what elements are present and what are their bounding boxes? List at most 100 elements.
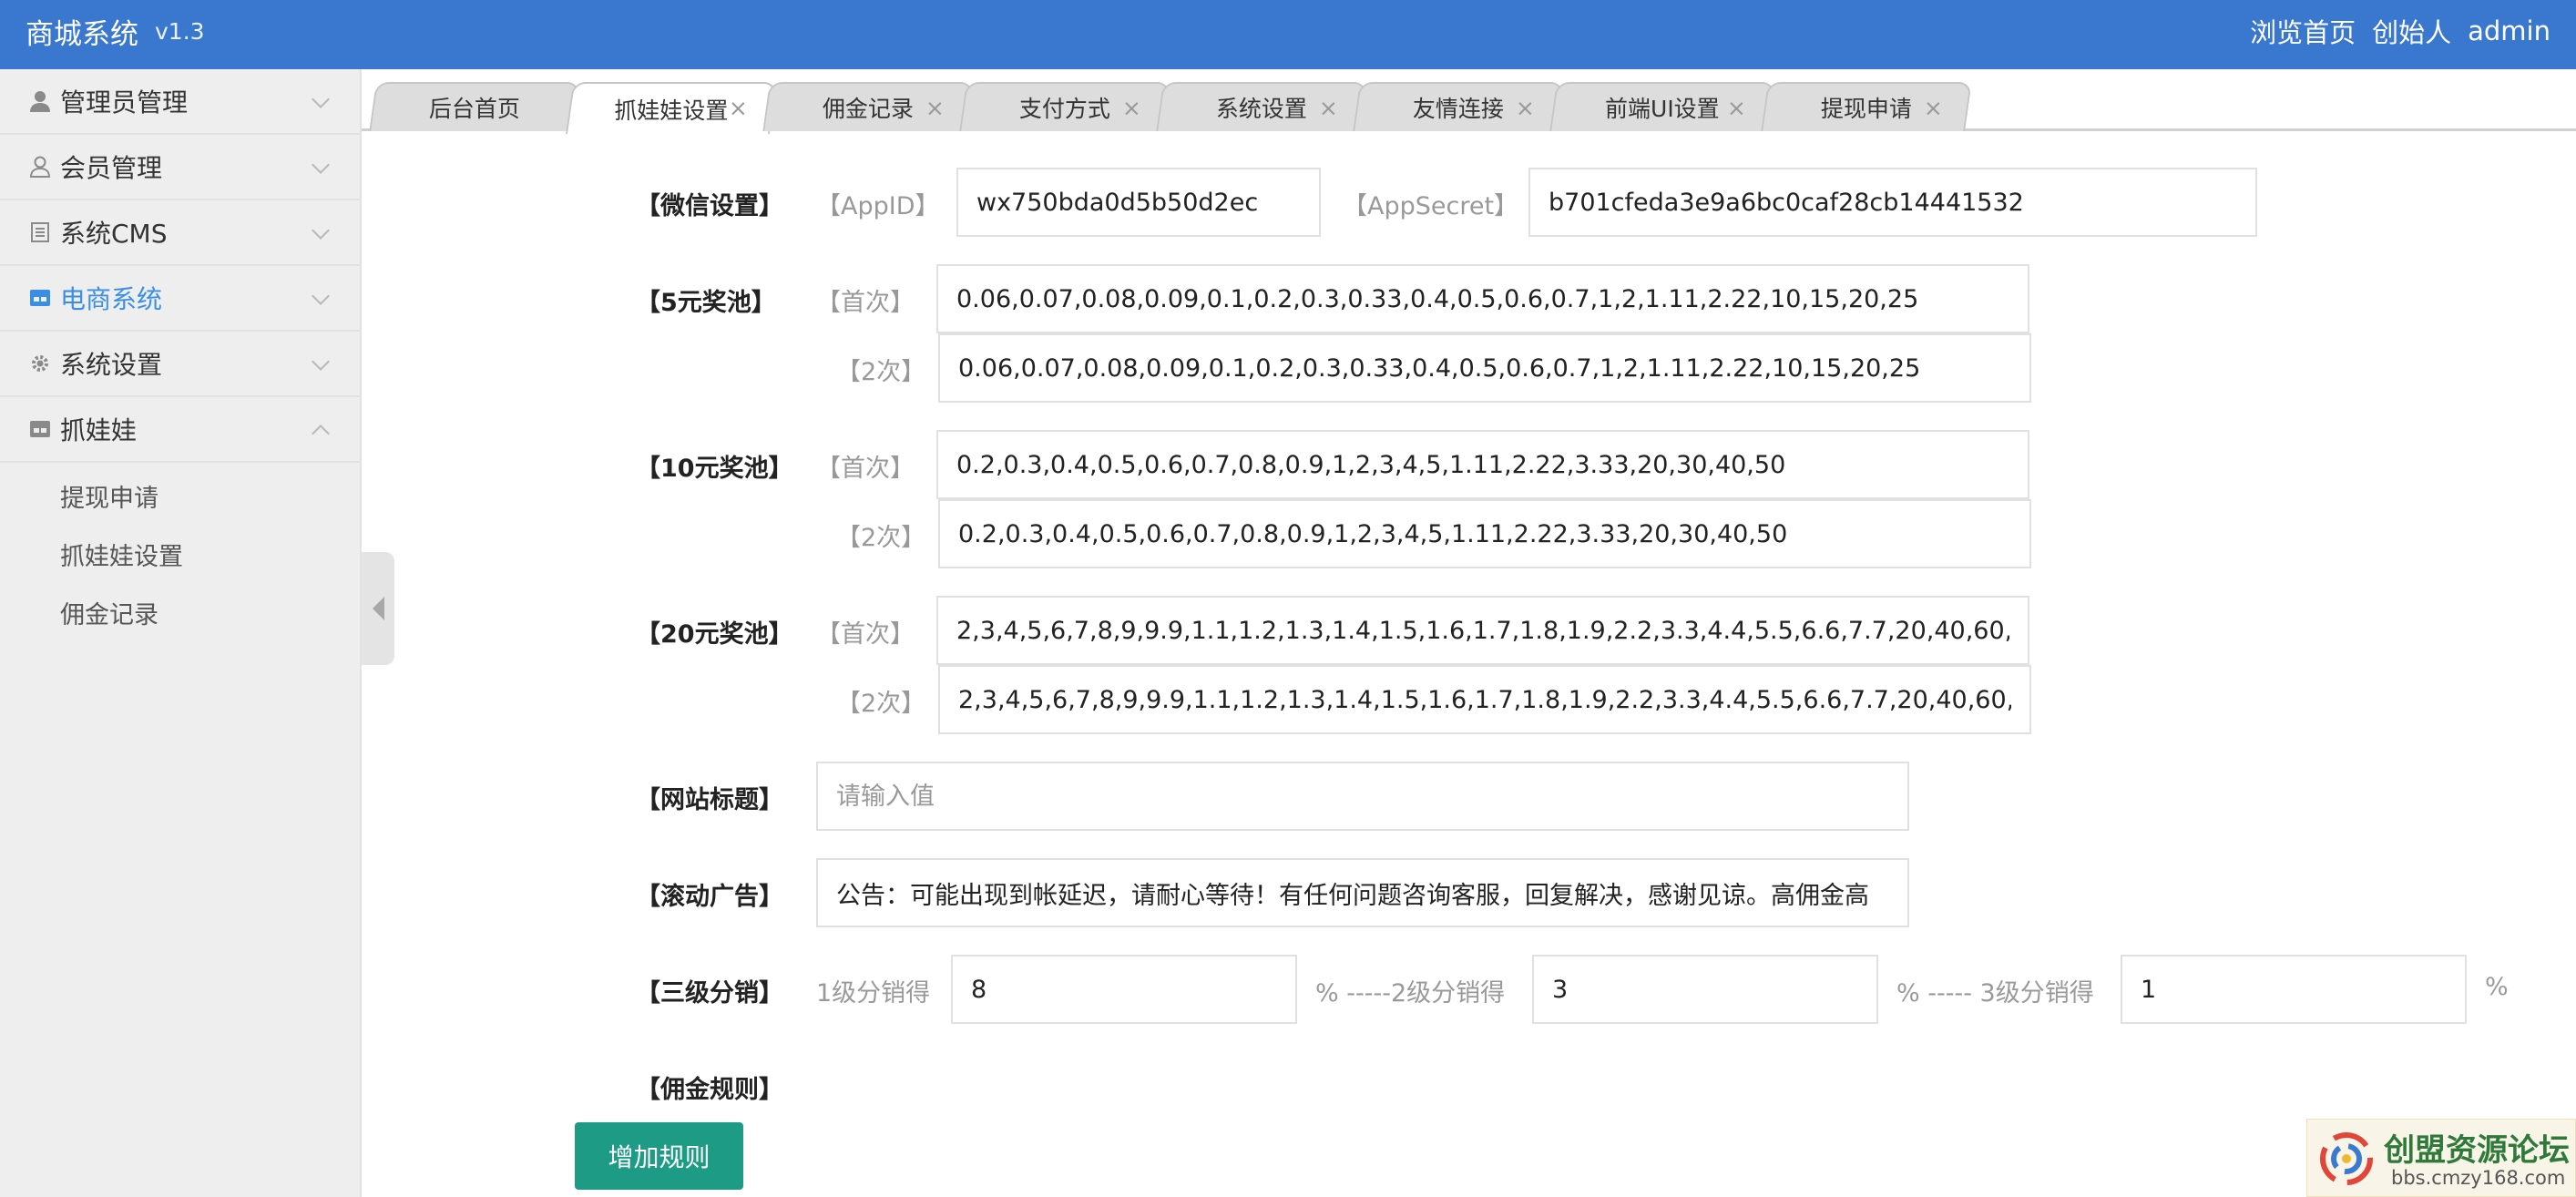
tab-claw-settings[interactable]: 抓娃娃设置 ×	[565, 82, 778, 134]
watermark-title: 创盟资源论坛	[2384, 1132, 2570, 1169]
tab-commission-records[interactable]: 佣金记录 ×	[762, 82, 974, 131]
app-title: 商城系统	[26, 17, 138, 51]
sidebar-subitem-commission-records[interactable]: 佣金记录	[0, 587, 360, 645]
sidebar-item-claw-machine[interactable]: 抓娃娃	[0, 397, 360, 463]
second-draw-label: 【2次】	[836, 690, 926, 718]
chevron-left-icon	[372, 597, 384, 620]
sidebar-collapse-handle[interactable]	[362, 552, 394, 665]
close-icon[interactable]: ×	[729, 95, 748, 121]
admin-user-menu[interactable]: admin	[2468, 15, 2550, 46]
sidebar-item-label: 系统CMS	[60, 219, 168, 249]
tab-label: 佣金记录	[822, 96, 914, 122]
appsecret-input[interactable]	[1528, 168, 2257, 237]
level-2-label: % -----2级分销得	[1315, 979, 1506, 1008]
level-3-input[interactable]	[2121, 955, 2467, 1024]
sidebar-item-label: 管理员管理	[60, 87, 189, 118]
document-icon	[27, 220, 53, 245]
tab-payment-methods[interactable]: 支付方式 ×	[959, 82, 1170, 131]
watermark-url: bbs.cmzy168.com	[2391, 1167, 2566, 1189]
first-draw-label: 【首次】	[816, 620, 915, 649]
commission-rules-label: 【佣金规则】	[636, 1076, 783, 1104]
sidebar-item-members[interactable]: 会员管理	[0, 135, 360, 200]
pool-5-first-input[interactable]	[936, 264, 2029, 333]
tab-label: 系统设置	[1215, 96, 1307, 122]
close-icon[interactable]: ×	[1516, 95, 1535, 121]
sidebar: 管理员管理 会员管理 系统CMS 电商系统 系统设置 抓娃娃 提现申请 抓娃娃设…	[0, 69, 362, 1197]
pool-20-second-input[interactable]	[938, 665, 2031, 734]
tab-label: 提现申请	[1820, 96, 1912, 122]
close-icon[interactable]: ×	[1924, 95, 1943, 121]
tab-label: 支付方式	[1018, 96, 1110, 122]
user-icon	[27, 88, 53, 114]
claw-machine-submenu: 提现申请 抓娃娃设置 佣金记录	[0, 463, 360, 645]
top-bar: 商城系统 v1.3 浏览首页 创始人 admin	[0, 0, 2576, 69]
first-draw-label: 【首次】	[816, 455, 915, 483]
appid-input[interactable]	[956, 168, 1321, 237]
chevron-up-icon	[312, 425, 330, 443]
founder-link[interactable]: 创始人	[2372, 12, 2451, 50]
tab-frontend-ui[interactable]: 前端UI设置 ×	[1549, 82, 1775, 131]
close-icon[interactable]: ×	[1319, 95, 1338, 121]
appsecret-label: 【AppSecret】	[1343, 192, 1519, 220]
tab-label: 友情连接	[1412, 96, 1504, 122]
site-title-label: 【网站标题】	[636, 786, 783, 814]
tab-bar: 后台首页 抓娃娃设置 × 佣金记录 × 支付方式 × 系统设置 × 友情连接 × 前端UI…	[362, 69, 2576, 134]
sidebar-item-admin[interactable]: 管理员管理	[0, 69, 360, 135]
pool-20-first-input[interactable]	[936, 596, 2029, 665]
tab-system-settings[interactable]: 系统设置 ×	[1156, 82, 1367, 131]
forum-logo-icon	[2320, 1132, 2373, 1185]
sidebar-subitem-withdrawals[interactable]: 提现申请	[0, 470, 360, 528]
first-draw-label: 【首次】	[816, 289, 915, 317]
tab-label: 抓娃娃设置	[614, 97, 729, 124]
second-draw-label: 【2次】	[836, 358, 926, 386]
chevron-down-icon	[312, 90, 330, 108]
pool-20-label: 【20元奖池】	[636, 620, 793, 649]
brand: 商城系统 v1.3	[26, 0, 205, 62]
sidebar-item-label: 电商系统	[60, 284, 163, 314]
distribution-label: 【三级分销】	[636, 979, 783, 1008]
marquee-ad-input[interactable]	[816, 858, 1909, 927]
chevron-down-icon	[312, 156, 330, 174]
level-1-label: 1级分销得	[816, 979, 931, 1008]
pool-5-second-input[interactable]	[938, 333, 2031, 403]
close-icon[interactable]: ×	[925, 95, 945, 121]
percent-unit: %	[2485, 973, 2509, 1001]
chevron-down-icon	[312, 353, 330, 371]
pool-10-first-input[interactable]	[936, 430, 2029, 499]
level-2-input[interactable]	[1532, 955, 1878, 1024]
chevron-down-icon	[312, 287, 330, 305]
level-1-input[interactable]	[951, 955, 1297, 1024]
top-nav: 浏览首页 创始人 admin	[2250, 0, 2550, 62]
sidebar-subitem-claw-settings[interactable]: 抓娃娃设置	[0, 528, 360, 587]
tab-friend-links[interactable]: 友情连接 ×	[1353, 82, 1564, 131]
level-3-label: % ----- 3级分销得	[1896, 979, 2094, 1008]
wechat-settings-label: 【微信设置】	[636, 192, 783, 220]
close-icon[interactable]: ×	[1727, 95, 1746, 121]
tab-dashboard[interactable]: 后台首页	[369, 82, 580, 131]
add-rule-button[interactable]: 增加规则	[575, 1122, 743, 1190]
store-icon	[27, 416, 53, 442]
sidebar-item-settings[interactable]: 系统设置	[0, 332, 360, 397]
second-draw-label: 【2次】	[836, 524, 926, 552]
watermark: 创盟资源论坛 bbs.cmzy168.com	[2306, 1119, 2576, 1197]
tab-label: 前端UI设置	[1605, 96, 1720, 122]
appid-label: 【AppID】	[816, 192, 940, 220]
store-icon	[27, 285, 53, 311]
chevron-down-icon	[312, 221, 330, 240]
site-title-input[interactable]	[816, 762, 1909, 831]
close-icon[interactable]: ×	[1122, 95, 1141, 121]
sidebar-item-cms[interactable]: 系统CMS	[0, 200, 360, 266]
pool-5-label: 【5元奖池】	[636, 289, 776, 317]
tab-withdrawals[interactable]: 提现申请 ×	[1761, 82, 1972, 131]
app-version: v1.3	[155, 17, 205, 45]
browse-home-link[interactable]: 浏览首页	[2250, 12, 2356, 50]
sidebar-item-label: 抓娃娃	[60, 415, 138, 445]
pool-10-second-input[interactable]	[938, 499, 2031, 568]
marquee-ad-label: 【滚动广告】	[636, 883, 783, 911]
member-icon	[27, 154, 53, 179]
tab-label: 后台首页	[428, 96, 520, 122]
gear-icon	[27, 351, 53, 376]
sidebar-item-label: 会员管理	[60, 153, 163, 183]
sidebar-item-ecommerce[interactable]: 电商系统	[0, 266, 360, 332]
pool-10-label: 【10元奖池】	[636, 455, 793, 483]
